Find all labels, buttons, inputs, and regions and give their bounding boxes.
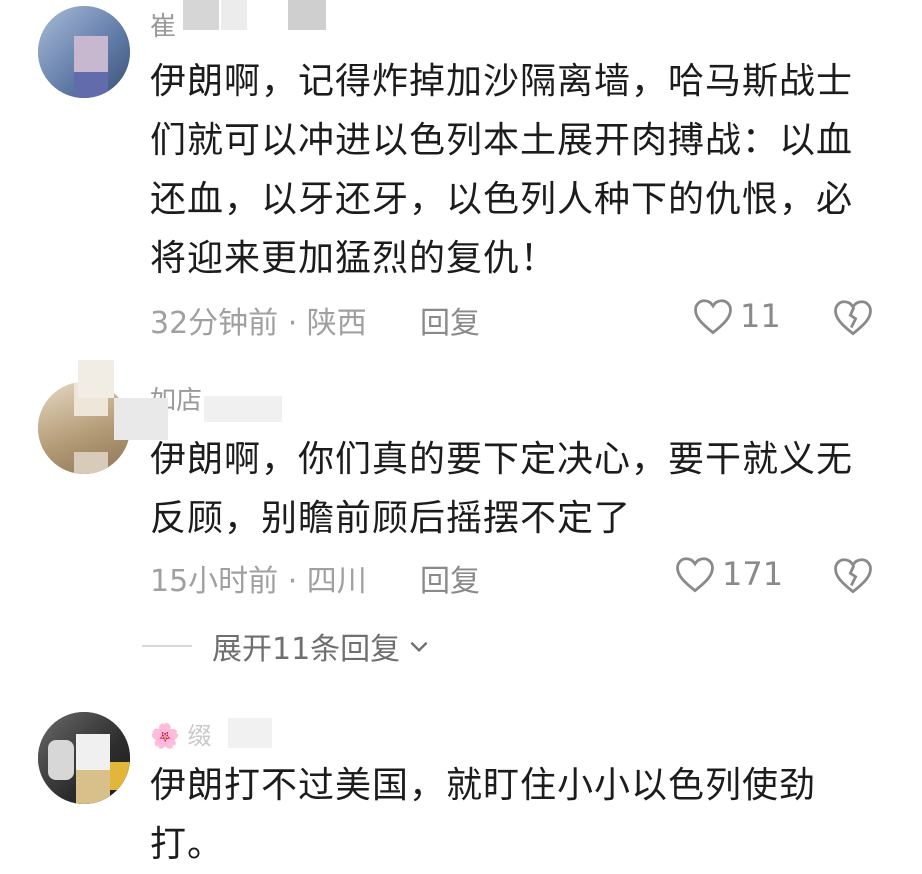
broken-heart-icon xyxy=(834,300,872,336)
chevron-down-icon xyxy=(410,641,428,653)
timestamp-location: 15小时前 · 四川 xyxy=(150,564,367,599)
heart-outline-icon xyxy=(694,299,732,335)
redacted-username xyxy=(221,0,247,30)
expand-replies-label: 展开11条回复 xyxy=(212,632,401,667)
comment-text: 伊朗啊，你们真的要下定决心，要干就义无反顾，别瞻前顾后摇摆不定了 xyxy=(150,439,854,539)
redacted-username xyxy=(288,0,326,30)
comment-2: 如店 伊朗啊，你们真的要下定决心，要干就义无反顾，别瞻前顾后摇摆不定了 15小时… xyxy=(0,360,922,620)
like-button[interactable]: 171 xyxy=(674,554,783,594)
comment-3: 🌸 缀 伊朗打不过美国，就盯住小小以色列使劲打。 xyxy=(0,700,922,865)
reply-button[interactable]: 回复 xyxy=(420,556,480,600)
dislike-button[interactable] xyxy=(832,555,874,599)
username[interactable]: 崔 xyxy=(150,6,176,40)
username[interactable]: 🌸 缀 xyxy=(150,716,212,750)
comment-text: 伊朗啊，记得炸掉加沙隔离墙，哈马斯战士们就可以冲进以色列本土展开肉搏战：以血还血… xyxy=(150,61,854,279)
comment-text: 伊朗打不过美国，就盯住小小以色列使劲打。 xyxy=(150,765,817,865)
broken-heart-icon xyxy=(834,558,872,594)
redacted-username xyxy=(228,718,272,748)
timestamp-location: 32分钟前 · 陕西 xyxy=(150,306,367,341)
dislike-button[interactable] xyxy=(832,297,874,341)
redacted-username xyxy=(204,396,282,422)
expand-replies-button[interactable]: 展开11条回复 xyxy=(142,624,432,668)
redacted-username xyxy=(78,360,114,398)
redacted-username xyxy=(183,0,219,30)
comment-1: 崔 伊朗啊，记得炸掉加沙隔离墙，哈马斯战士们就可以冲进以色列本土展开肉搏战：以血… xyxy=(0,0,922,350)
avatar[interactable] xyxy=(38,6,130,98)
divider xyxy=(142,645,192,647)
like-button[interactable]: 11 xyxy=(692,296,781,336)
comment-meta: 15小时前 · 四川 xyxy=(150,556,367,599)
like-count: 11 xyxy=(740,297,781,335)
reply-button[interactable]: 回复 xyxy=(420,298,480,342)
like-count: 171 xyxy=(722,555,784,593)
avatar[interactable] xyxy=(38,712,130,804)
comment-meta: 32分钟前 · 陕西 xyxy=(150,298,367,341)
heart-outline-icon xyxy=(676,557,714,593)
